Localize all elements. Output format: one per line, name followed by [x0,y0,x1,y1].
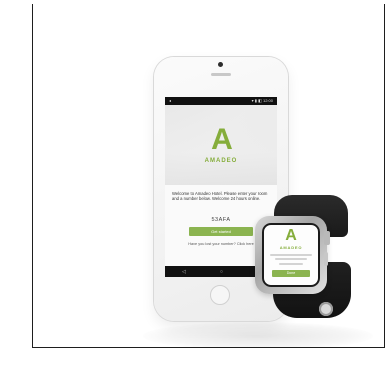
watch-done-button[interactable]: Done [272,270,310,277]
watch-screen: A AMADEO Done [262,223,320,287]
brand-name: AMADEO [204,158,238,164]
front-camera-icon [218,62,223,67]
status-left: ◂ [169,98,172,103]
band-buckle-icon [319,302,333,316]
back-triangle-icon[interactable]: ◁ [182,269,186,275]
brand-logo-icon: A [211,123,233,156]
home-circle-icon[interactable]: ○ [220,269,223,275]
watch-crown-icon[interactable] [324,231,330,245]
get-started-button[interactable]: Get started [189,227,253,236]
status-bar: ◂ ▾ ▮ ◧ 12:00 [165,97,277,105]
phone-home-button[interactable] [210,285,230,305]
speaker-grille [211,73,231,76]
watch-text-line [279,263,303,265]
status-right: ▾ ▮ ◧ 12:00 [251,98,273,103]
watch-brand-name: AMADEO [279,245,303,250]
watch-brand-logo-icon: A [285,227,297,244]
watch-side-button[interactable] [324,252,328,266]
hero-image: A AMADEO [165,105,277,185]
watch-text-line [270,254,312,256]
watch-text-line [275,258,307,260]
device-shadow [143,322,373,347]
product-frame: ◂ ▾ ▮ ◧ 12:00 A AMADEO Welcome to Amadeo… [32,4,385,348]
welcome-text: Welcome to Amadeo Hotel. Please enter yo… [172,191,268,202]
